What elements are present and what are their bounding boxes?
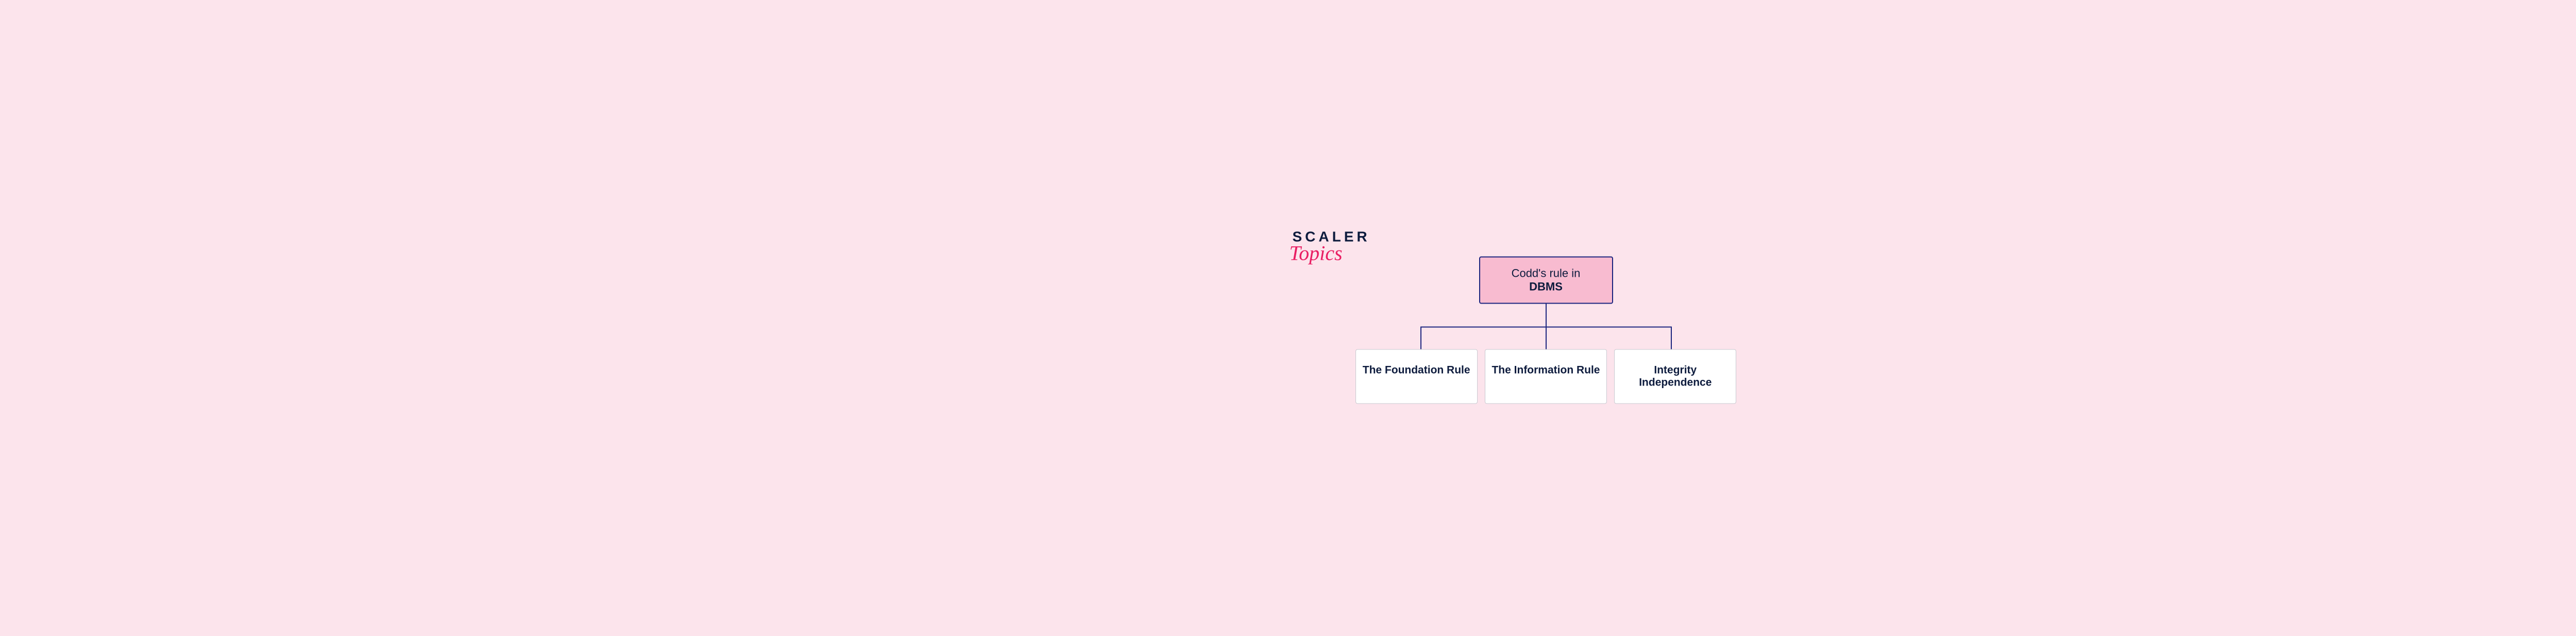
canvas: SCALER Topics Codd's rule in DBMS The Fo… <box>1052 216 2041 420</box>
root-node: Codd's rule in DBMS <box>1479 257 1613 304</box>
child-node-integrity: Integrity Independence <box>1614 349 1736 404</box>
connector-vertical-top <box>1546 304 1547 327</box>
connector-lines <box>1355 304 1737 349</box>
connector-vertical-right <box>1671 327 1672 349</box>
root-prefix: Codd's rule in <box>1512 267 1581 280</box>
children-row: The Foundation Rule The Information Rule… <box>1355 349 1737 404</box>
child-node-foundation: The Foundation Rule <box>1355 349 1478 404</box>
connector-vertical-left <box>1420 327 1421 349</box>
root-bold: DBMS <box>1529 280 1563 293</box>
connector-vertical-middle <box>1546 327 1547 349</box>
child-node-information: The Information Rule <box>1485 349 1607 404</box>
hierarchy-diagram: Codd's rule in DBMS The Foundation Rule … <box>1355 257 1737 404</box>
